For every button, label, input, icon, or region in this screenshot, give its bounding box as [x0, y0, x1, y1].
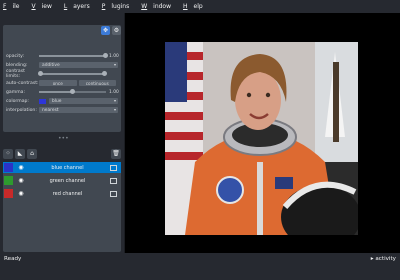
- opacity-slider-handle[interactable]: [103, 53, 108, 58]
- contrast-limits-slider[interactable]: [38, 71, 107, 76]
- activity-button[interactable]: ▸ activity: [371, 256, 396, 262]
- menu-item-layers[interactable]: Layers: [64, 3, 96, 10]
- layer-thumbnail: [4, 189, 13, 198]
- visibility-eye-icon[interactable]: ◉: [17, 177, 25, 185]
- contrast-max-handle[interactable]: [102, 71, 107, 76]
- blending-dropdown[interactable]: additive ▾: [39, 62, 118, 68]
- new-shapes-layer-icon[interactable]: ◣: [15, 148, 25, 159]
- layer-controls-panel: ✥ ⚙ opacity: 1.00 blending: additive ▾ c…: [0, 13, 124, 261]
- auto-contrast-once-button[interactable]: once: [39, 80, 77, 86]
- menu-label: elp: [193, 2, 203, 10]
- menu-mnemonic: L: [63, 2, 68, 10]
- layer-row[interactable]: ◉ red channel: [3, 188, 121, 199]
- contrast-limits-row: contrast limits:: [6, 69, 118, 79]
- chevron-down-icon: ▾: [113, 107, 116, 112]
- interpolation-dropdown[interactable]: nearest ▾: [39, 107, 118, 113]
- new-points-layer-icon[interactable]: ⁘: [3, 148, 13, 159]
- interpolation-value: nearest: [42, 107, 59, 113]
- contrast-limits-label: contrast limits:: [6, 69, 25, 79]
- blending-row: blending: additive ▾: [6, 61, 118, 69]
- menu-item-file[interactable]: File: [3, 3, 25, 10]
- image-layer-type-icon: [110, 190, 117, 197]
- chevron-down-icon: ▾: [113, 98, 116, 103]
- status-text: Ready: [4, 255, 22, 262]
- status-bar: Ready ▸ activity: [0, 253, 400, 264]
- colormap-swatch: [39, 98, 46, 104]
- contrast-min-handle[interactable]: [38, 71, 43, 76]
- panel-top-icons: ✥ ⚙: [101, 26, 121, 35]
- layer-name[interactable]: red channel: [25, 191, 110, 197]
- menu-mnemonic: V: [31, 2, 36, 10]
- blending-label: blending:: [6, 62, 28, 68]
- menu-item-view[interactable]: View: [31, 3, 57, 10]
- opacity-row: opacity: 1.00: [6, 52, 119, 60]
- gamma-slider-handle[interactable]: [69, 89, 75, 94]
- menu-label: ayers: [73, 2, 90, 10]
- gamma-row: gamma: 1.00: [6, 88, 119, 96]
- blending-value: additive: [42, 62, 60, 68]
- delete-layer-icon[interactable]: 🗑: [111, 148, 121, 159]
- visibility-eye-icon[interactable]: ◉: [17, 190, 25, 198]
- menu-label: ile: [12, 2, 20, 10]
- opacity-label: opacity:: [6, 53, 25, 59]
- opacity-value: 1.00: [109, 53, 119, 59]
- image-layer-type-icon: [110, 164, 117, 171]
- image-layer-type-icon: [110, 177, 117, 184]
- layer-row[interactable]: ◉ blue channel: [3, 162, 121, 173]
- layer-row[interactable]: ◉ green channel: [3, 175, 121, 186]
- chevron-down-icon: ▾: [113, 62, 116, 67]
- colormap-row: colormap: blue ▾: [6, 97, 118, 105]
- astronaut-image: [165, 42, 358, 235]
- menu-item-window[interactable]: Window: [141, 3, 177, 10]
- menu-item-help[interactable]: Help: [183, 3, 209, 10]
- settings-icon[interactable]: ⚙: [112, 26, 121, 35]
- menu-label: lugins: [111, 2, 130, 10]
- auto-contrast-continuous-button[interactable]: continuous: [78, 80, 116, 86]
- interpolation-row: interpolation: nearest ▾: [6, 106, 118, 114]
- new-labels-layer-icon[interactable]: ⌂: [27, 148, 37, 159]
- move-icon[interactable]: ✥: [101, 26, 110, 35]
- menu-mnemonic: P: [101, 2, 106, 10]
- menu-label: indow: [153, 2, 172, 10]
- splitter-handle[interactable]: •••: [58, 135, 69, 142]
- menu-bar: File View Layers Plugins Window Help: [0, 0, 400, 12]
- layer-name[interactable]: blue channel: [25, 165, 110, 171]
- visibility-eye-icon[interactable]: ◉: [17, 164, 25, 172]
- menu-mnemonic: W: [141, 2, 148, 10]
- image-canvas[interactable]: [125, 13, 400, 253]
- gamma-slider[interactable]: [39, 89, 106, 94]
- auto-contrast-label: auto-contrast:: [6, 80, 39, 86]
- layer-thumbnail: [4, 176, 13, 185]
- layer-name[interactable]: green channel: [25, 178, 110, 184]
- menu-item-plugins[interactable]: Plugins: [102, 3, 136, 10]
- colormap-dropdown[interactable]: blue ▾: [49, 98, 118, 104]
- layer-buttons: ⁘ ◣ ⌂ 🗑: [3, 148, 121, 159]
- menu-mnemonic: H: [183, 2, 188, 10]
- menu-label: iew: [41, 2, 52, 10]
- menu-mnemonic: F: [3, 2, 7, 10]
- layer-list: ◉ blue channel ◉ green channel ◉ red channel: [3, 162, 121, 252]
- gamma-label: gamma:: [6, 89, 26, 95]
- auto-contrast-row: auto-contrast: once continuous: [6, 79, 118, 87]
- opacity-slider[interactable]: [39, 53, 108, 58]
- layer-thumbnail: [4, 163, 13, 172]
- interpolation-label: interpolation:: [6, 107, 37, 113]
- gamma-value: 1.00: [109, 89, 119, 95]
- colormap-value: blue: [52, 98, 62, 104]
- colormap-label: colormap:: [6, 98, 29, 104]
